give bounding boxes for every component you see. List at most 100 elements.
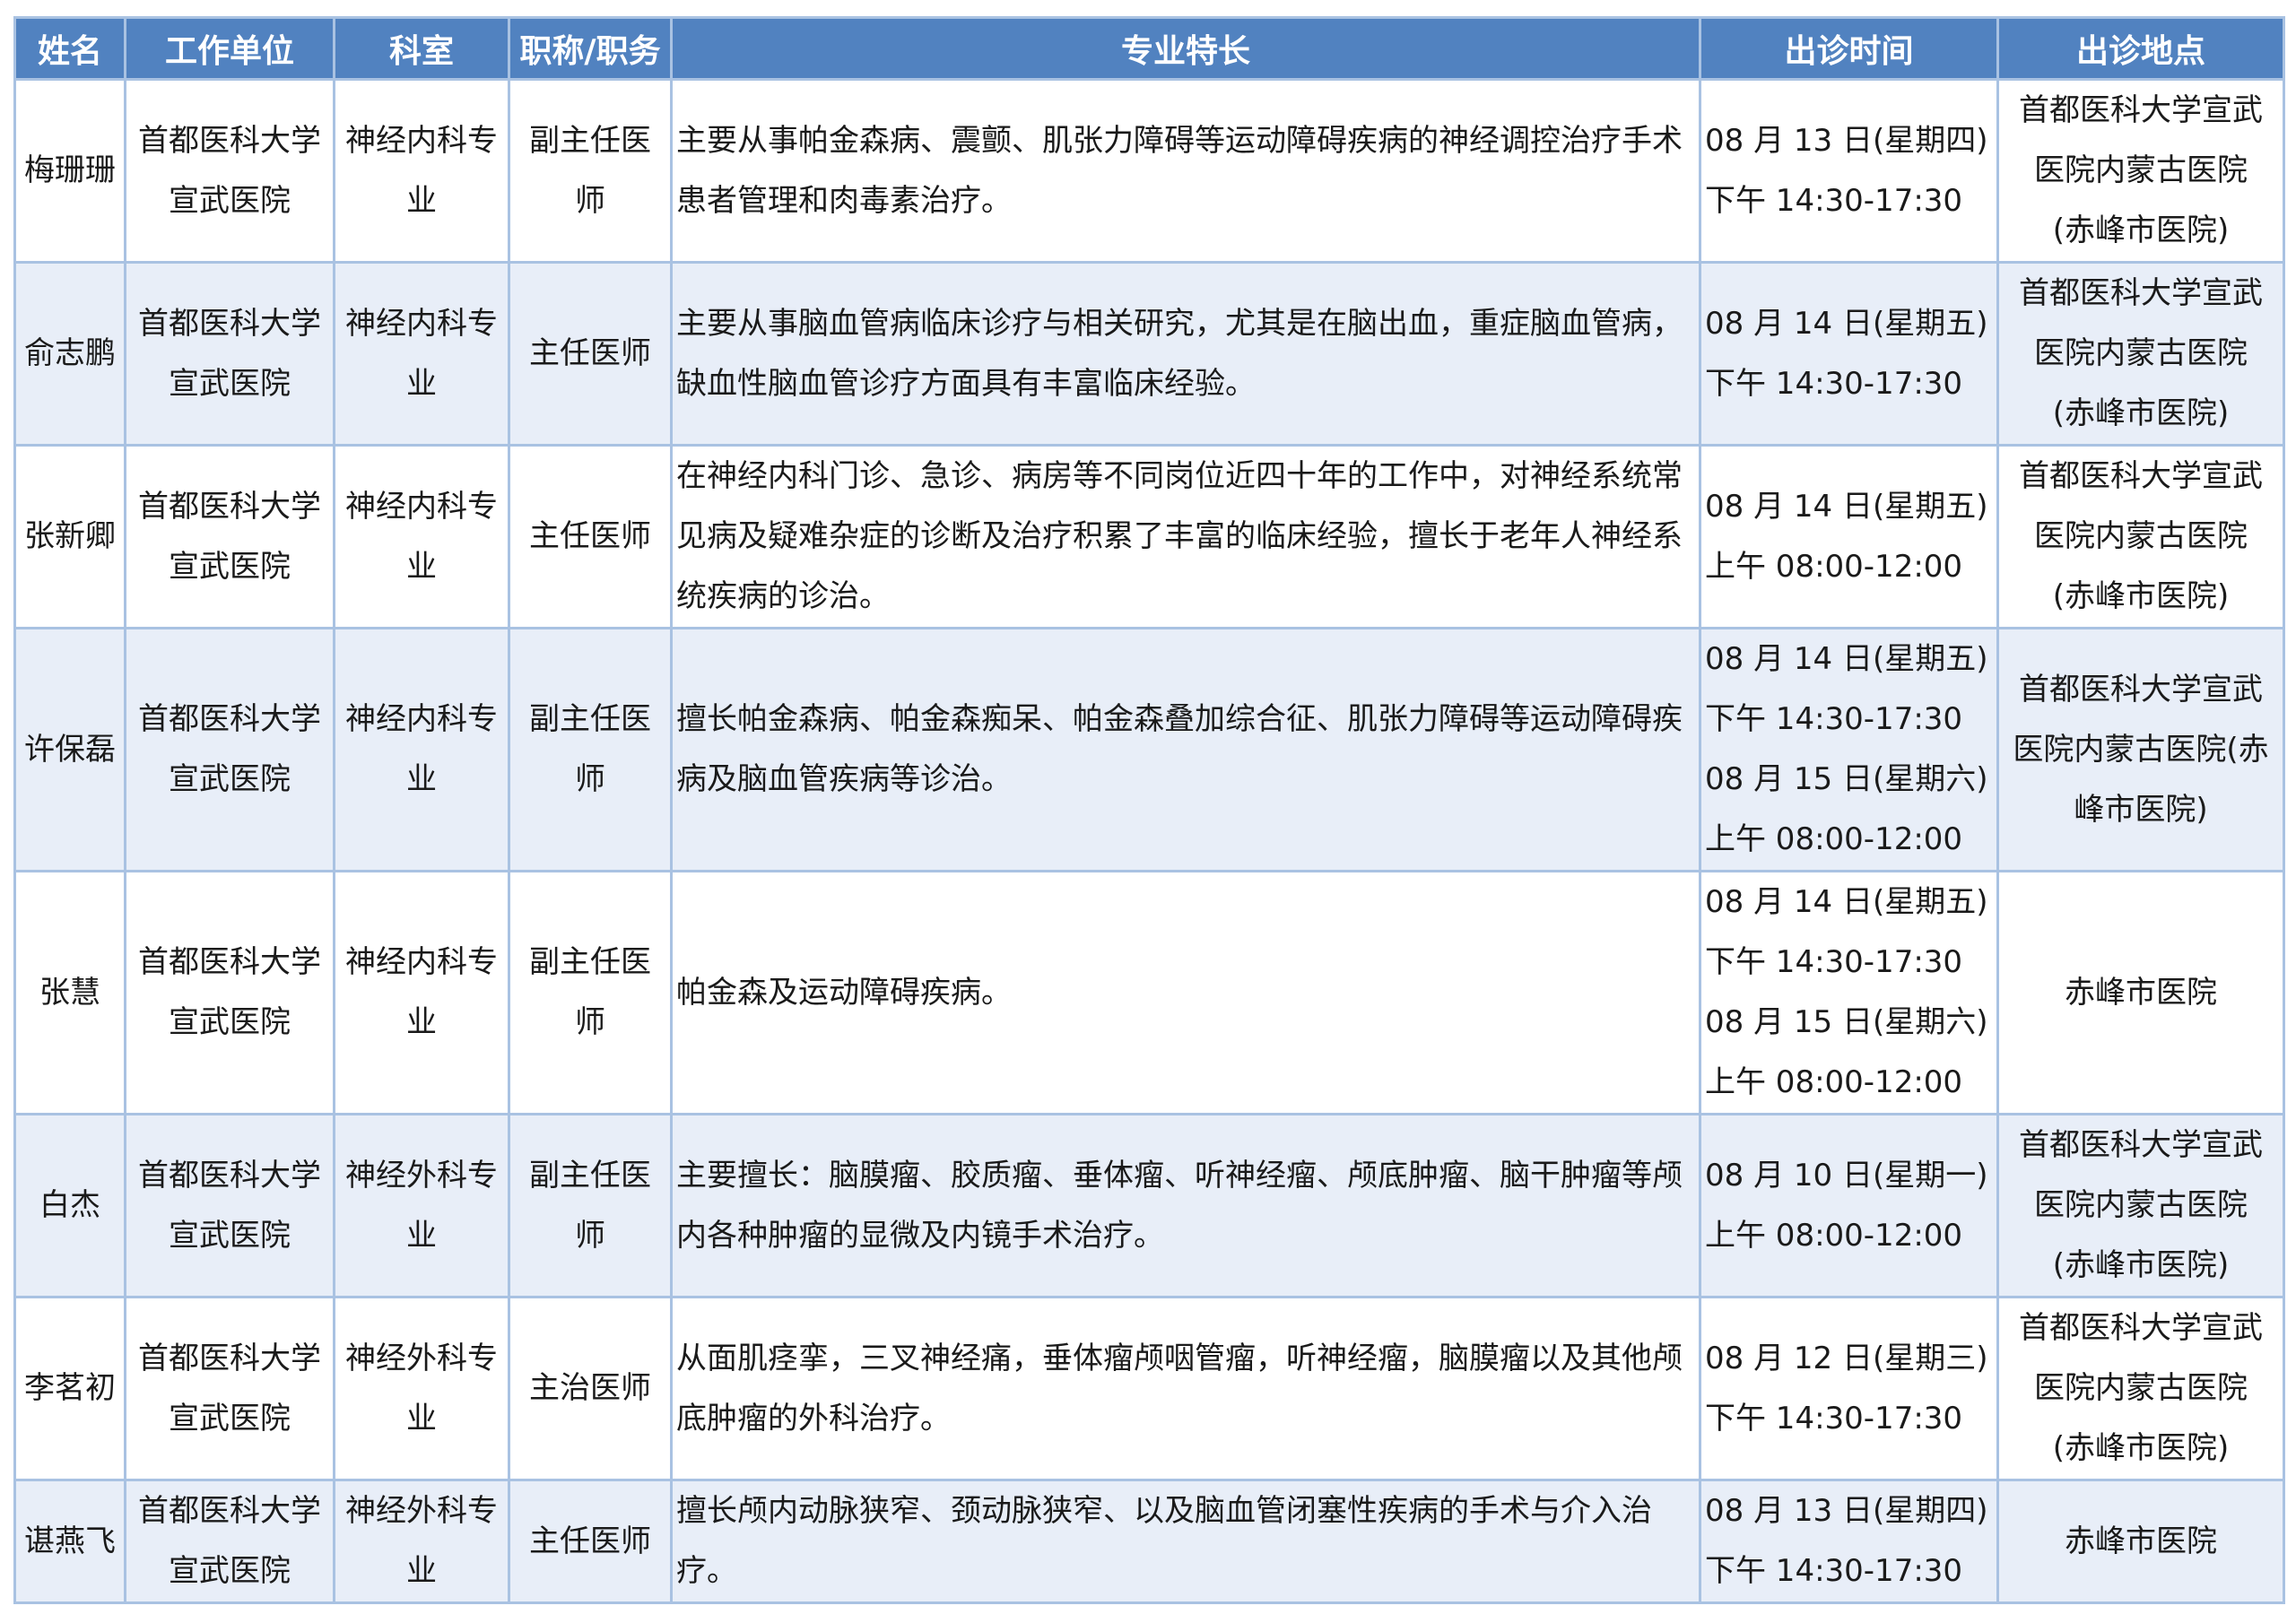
cell-unit-line: 首都医科大学: [138, 1493, 321, 1529]
cell-unit: 首都医科大学 宣武医院: [124, 444, 335, 629]
cell-unit-line: 宣武医院: [169, 365, 291, 402]
cell-dept: 神经内科专业: [333, 261, 510, 447]
cell-specialty: 从面肌痉挛，三叉神经痛，垂体瘤颅咽管瘤，听神经瘤，脑膜瘤以及其他颅底肿瘤的外科治…: [670, 1296, 1701, 1481]
cell-location-line: 医院内蒙古医院: [2034, 518, 2248, 554]
cell-time: 08 月 12 日(星期三) 下午 14:30-17:30: [1699, 1296, 1999, 1481]
cell-location: 首都医科大学宣武医院内蒙古医院(赤峰市医院): [1996, 444, 2285, 629]
header-dept: 科室: [333, 16, 510, 81]
cell-location: 首都医科大学宣武医院内蒙古医院(赤峰市医院): [1996, 78, 2285, 264]
cell-dept-line: 业: [406, 761, 437, 797]
cell-location-line: (赤峰市医院): [2052, 395, 2230, 431]
cell-location: 赤峰市医院: [1996, 870, 2285, 1115]
cell-location-line: 首都医科大学宣武: [2019, 671, 2263, 707]
cell-time-line: 上午 08:00-12:00: [1705, 1064, 1963, 1100]
cell-title: 副主任医师: [508, 78, 673, 264]
cell-title: 主任医师: [508, 444, 673, 629]
cell-title: 副主任医师: [508, 627, 673, 872]
table-row: 梅珊珊 首都医科大学 宣武医院 神经内科专业副主任医师主要从事帕金森病、震颤、肌张力障…: [13, 78, 2285, 264]
cell-time-line: 08 月 15 日(星期六): [1705, 761, 1988, 797]
cell-dept-line: 神经内科专: [345, 488, 498, 525]
cell-time-line: 下午 14:30-17:30: [1705, 1553, 1963, 1589]
cell-specialty: 主要从事帕金森病、震颤、肌张力障碍等运动障碍疾病的神经调控治疗手术患者管理和肉毒…: [670, 78, 1701, 264]
cell-time-line: 下午 14:30-17:30: [1705, 944, 1963, 980]
cell-location-line: 医院内蒙古医院: [2034, 1187, 2248, 1223]
cell-dept: 神经外科专业: [333, 1479, 510, 1604]
cell-title-line: 师: [575, 1217, 605, 1254]
cell-specialty: 主要从事脑血管病临床诊疗与相关研究，尤其是在脑出血，重症脑血管病，缺血性脑血管诊…: [670, 261, 1701, 447]
cell-specialty: 擅长帕金森病、帕金森痴呆、帕金森叠加综合征、肌张力障碍等运动障碍疾病及脑血管疾病…: [670, 627, 1701, 872]
cell-dept-line: 神经内科专: [345, 122, 498, 159]
cell-unit-line: 宣武医院: [169, 1217, 291, 1254]
cell-title: 副主任医师: [508, 870, 673, 1115]
cell-title-line: 副主任医: [529, 1157, 651, 1193]
cell-title-line: 师: [575, 761, 605, 797]
cell-time-line: 08 月 14 日(星期五): [1705, 488, 1988, 525]
cell-location-line: 医院内蒙古医院: [2034, 152, 2248, 188]
cell-time: 08 月 10 日(星期一) 上午 08:00-12:00: [1699, 1113, 1999, 1298]
cell-location-line: (赤峰市医院): [2052, 1247, 2230, 1283]
cell-location: 赤峰市医院: [1996, 1479, 2285, 1604]
cell-location-line: 医院内蒙古医院: [2034, 1370, 2248, 1406]
cell-dept-line: 神经内科专: [345, 305, 498, 342]
cell-time-line: 下午 14:30-17:30: [1705, 701, 1963, 737]
cell-time-line: 08 月 14 日(星期五): [1705, 641, 1988, 677]
cell-unit-line: 首都医科大学: [138, 701, 321, 737]
cell-title: 主治医师: [508, 1296, 673, 1481]
cell-title: 副主任医师: [508, 1113, 673, 1298]
cell-title-line: 主治医师: [529, 1370, 651, 1406]
cell-dept: 神经内科专业: [333, 870, 510, 1115]
cell-unit-line: 宣武医院: [169, 182, 291, 219]
cell-time-line: 08 月 15 日(星期六): [1705, 1004, 1988, 1040]
cell-name: 谌燕飞: [13, 1479, 126, 1604]
cell-unit: 首都医科大学 宣武医院: [124, 78, 335, 264]
header-time: 出诊时间: [1699, 16, 1999, 81]
cell-unit-line: 首都医科大学: [138, 122, 321, 159]
cell-unit-line: 宣武医院: [169, 548, 291, 585]
cell-name: 张新卿: [13, 444, 126, 629]
cell-dept-line: 业: [406, 548, 437, 585]
cell-location-line: 首都医科大学宣武: [2019, 1310, 2263, 1346]
cell-location-line: (赤峰市医院): [2052, 1430, 2230, 1466]
cell-location: 首都医科大学宣武医院内蒙古医院(赤峰市医院): [1996, 627, 2285, 872]
cell-location: 首都医科大学宣武医院内蒙古医院 (赤峰市医院): [1996, 1296, 2285, 1481]
cell-location-line: 首都医科大学宣武: [2019, 275, 2263, 311]
cell-location-line: 医院内蒙古医院: [2034, 335, 2248, 371]
cell-location-line: 赤峰市医院: [2065, 974, 2217, 1011]
cell-dept-line: 业: [406, 1400, 437, 1436]
cell-unit-line: 首都医科大学: [138, 944, 321, 980]
schedule-table-container: 姓名 工作单位 科室 职称/职务 专业特长 出诊时间 出诊地点 梅珊珊 首都医科大…: [13, 16, 2285, 1604]
cell-dept-line: 神经外科专: [345, 1493, 498, 1529]
cell-unit-line: 首都医科大学: [138, 305, 321, 342]
cell-dept-line: 神经内科专: [345, 944, 498, 980]
cell-dept-line: 神经外科专: [345, 1340, 498, 1376]
cell-dept: 神经外科专业: [333, 1296, 510, 1481]
cell-name: 李茗初: [13, 1296, 126, 1481]
table-row: 俞志鹏 首都医科大学 宣武医院 神经内科专业主任医师 主要从事脑血管病临床诊疗与相关研究…: [13, 261, 2285, 447]
cell-specialty: 帕金森及运动障碍疾病。: [670, 870, 1701, 1115]
table-body: 梅珊珊 首都医科大学 宣武医院 神经内科专业副主任医师主要从事帕金森病、震颤、肌张力障…: [13, 78, 2285, 1604]
cell-dept-line: 业: [406, 365, 437, 402]
cell-time-line: 08 月 14 日(星期五): [1705, 884, 1988, 920]
cell-title-line: 主任医师: [529, 1523, 651, 1559]
cell-unit-line: 首都医科大学: [138, 1157, 321, 1193]
header-specialty: 专业特长: [670, 16, 1701, 81]
cell-name: 梅珊珊: [13, 78, 126, 264]
cell-dept-line: 业: [406, 182, 437, 219]
cell-time-line: 上午 08:00-12:00: [1705, 548, 1963, 585]
cell-time-line: 上午 08:00-12:00: [1705, 1217, 1963, 1254]
table-row: 张慧 首都医科大学 宣武医院 神经内科专业副主任医师帕金森及运动障碍疾病。 08 月 1…: [13, 870, 2285, 1115]
cell-unit: 首都医科大学 宣武医院: [124, 1113, 335, 1298]
cell-name: 张慧: [13, 870, 126, 1115]
cell-time: 08 月 14 日(星期五) 下午 14:30-17:30 08 月 15 日(星期…: [1699, 870, 1999, 1115]
header-unit: 工作单位: [124, 16, 335, 81]
cell-time: 08 月 13 日(星期四) 下午 14:30-17:30: [1699, 78, 1999, 264]
cell-time-line: 上午 08:00-12:00: [1705, 821, 1963, 857]
cell-dept-line: 神经内科专: [345, 701, 498, 737]
table-row: 李茗初 首都医科大学 宣武医院 神经外科专业主治医师 从面肌痉挛，三叉神经痛，垂体瘤颅咽…: [13, 1296, 2285, 1481]
cell-time-line: 下午 14:30-17:30: [1705, 182, 1963, 219]
cell-name: 许保磊: [13, 627, 126, 872]
cell-title-line: 副主任医: [529, 122, 651, 159]
cell-unit-line: 首都医科大学: [138, 1340, 321, 1376]
cell-specialty: 擅长颅内动脉狭窄、颈动脉狭窄、以及脑血管闭塞性疾病的手术与介入治疗。: [670, 1479, 1701, 1604]
cell-title-line: 主任医师: [529, 335, 651, 371]
